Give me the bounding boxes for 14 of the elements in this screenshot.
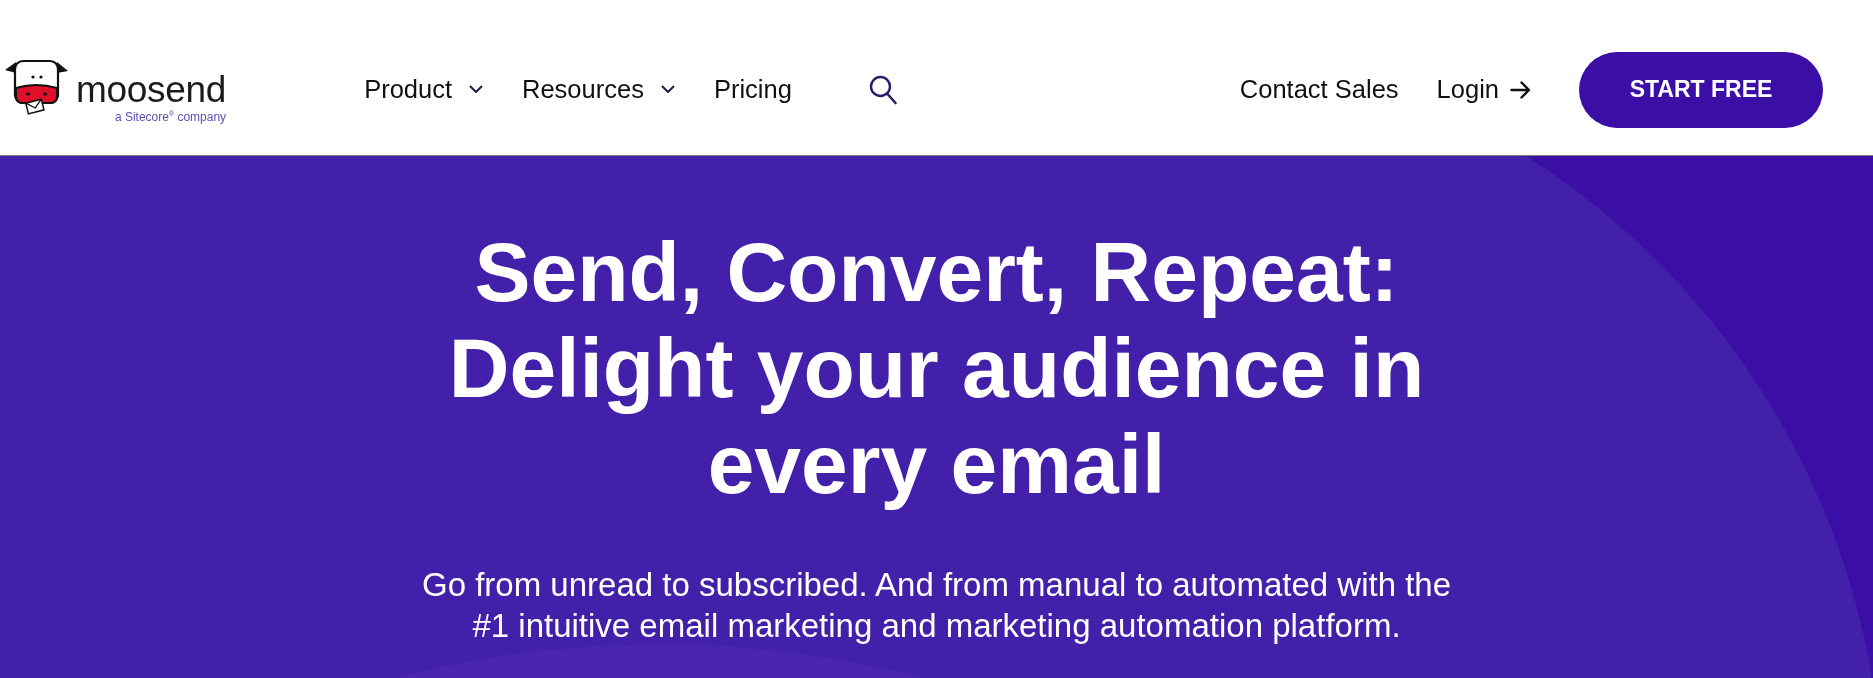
nav-menu-button[interactable]: Product	[364, 75, 483, 104]
brand-name[interactable]: moosend	[76, 69, 227, 110]
contact-sales-link[interactable]: Contact Sales	[1239, 75, 1399, 104]
nav-link[interactable]: Pricing	[713, 75, 792, 104]
chevron-down-icon	[469, 85, 483, 94]
login-link[interactable]: Login	[1436, 75, 1531, 104]
arrow-right-icon	[1510, 80, 1531, 99]
hero-subtitle: Go from unread to subscribed. And from manual to automated with the #1 intuitive email marketing and marketing automation platform.	[420, 565, 1453, 646]
search-icon[interactable]	[868, 74, 897, 105]
nav-menu-button[interactable]: Resources	[522, 75, 675, 104]
hero-title: Send, Convert, Repeat: Delight your audience in every email	[447, 224, 1426, 512]
start-free-button[interactable]: START FREE	[1579, 51, 1823, 128]
chevron-down-icon	[660, 85, 675, 94]
brand-tagline: a Sitecore$^{®}$ company	[114, 109, 227, 124]
